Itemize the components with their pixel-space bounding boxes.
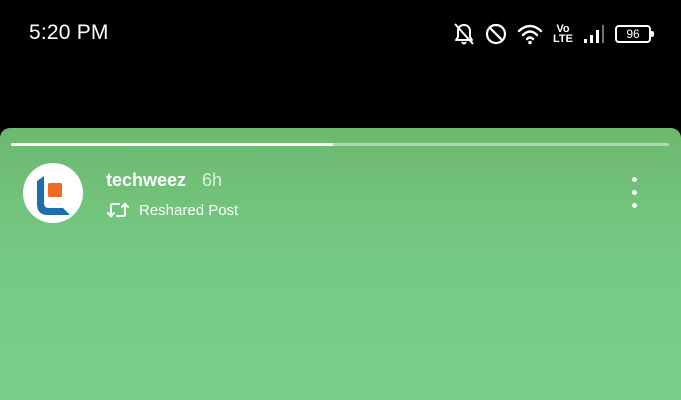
signal-icon [584, 25, 604, 43]
avatar[interactable] [23, 163, 83, 223]
do-not-disturb-icon [485, 23, 507, 45]
reshare-label: Reshared Post [139, 202, 239, 219]
wifi-icon [517, 24, 543, 45]
more-vertical-icon-dot [632, 203, 637, 208]
battery-level: 96 [626, 27, 640, 41]
more-options-button[interactable] [624, 175, 646, 211]
notifications-off-icon [454, 23, 474, 45]
status-time: 5:20 PM [29, 21, 109, 44]
status-bar: 5:20 PM Vo LTE 96 [0, 0, 681, 70]
story-view[interactable]: techweez 6h Reshared Post [0, 128, 681, 400]
story-progress-fill [11, 143, 334, 146]
status-icons: Vo LTE 96 [453, 20, 654, 48]
more-vertical-icon-dot [632, 190, 637, 195]
story-progress-bar [11, 143, 669, 146]
username[interactable]: techweez [106, 170, 186, 191]
post-time-ago: 6h [202, 170, 223, 190]
reshare-icon [107, 202, 129, 218]
volte-icon: Vo LTE [553, 24, 573, 45]
more-vertical-icon [632, 177, 637, 182]
battery-icon: 96 [615, 25, 654, 43]
techweez-logo [37, 176, 70, 215]
volte-bottom-label: LTE [553, 33, 573, 45]
